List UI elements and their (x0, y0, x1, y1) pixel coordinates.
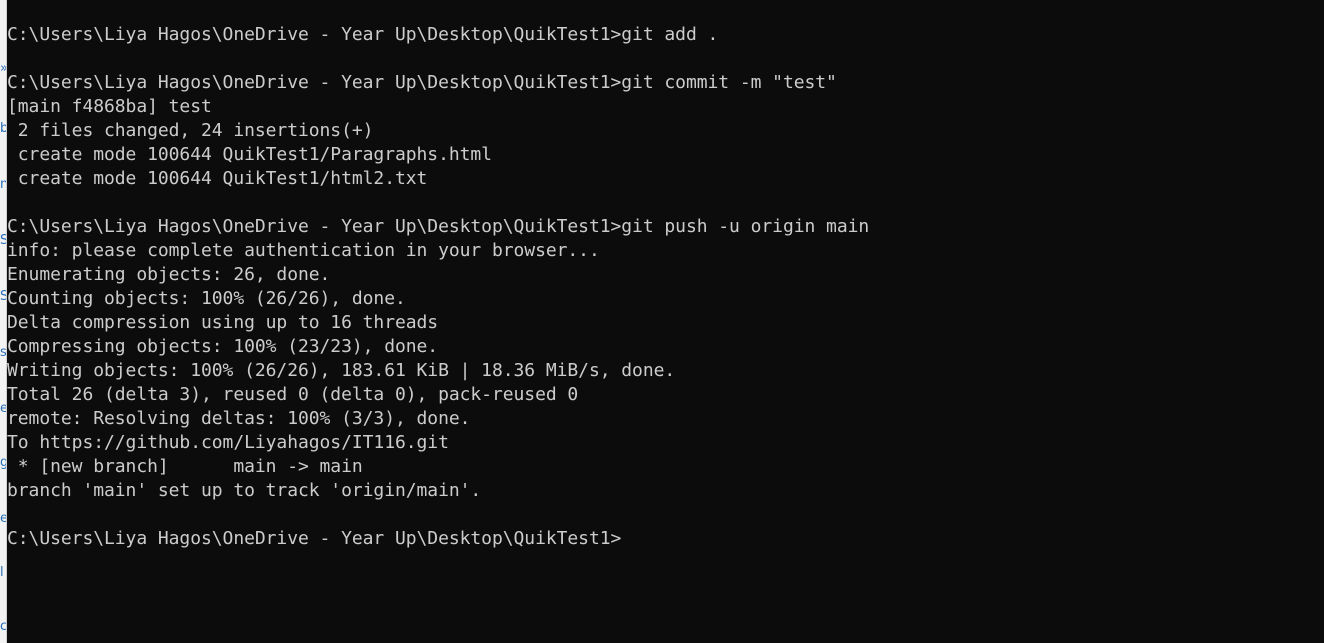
screen: » b n S S s e g e l c C:\Users\Liya Hago… (0, 0, 1324, 643)
output-line: Delta compression using up to 16 threads (7, 312, 439, 333)
terminal-output[interactable]: C:\Users\Liya Hagos\OneDrive - Year Up\D… (7, 23, 1324, 643)
output-line: info: please complete authentication in … (7, 240, 600, 261)
prompt-line: C:\Users\Liya Hagos\OneDrive - Year Up\D… (7, 216, 870, 237)
background-window-edge: » b n S S s e g e l c (0, 0, 7, 643)
output-line: create mode 100644 QuikTest1/html2.txt (7, 168, 428, 189)
prompt-line: C:\Users\Liya Hagos\OneDrive - Year Up\D… (7, 24, 719, 45)
output-line: 2 files changed, 24 insertions(+) (7, 120, 374, 141)
prompt-line: C:\Users\Liya Hagos\OneDrive - Year Up\D… (7, 72, 837, 93)
output-line: To https://github.com/Liyahagos/IT116.gi… (7, 432, 449, 453)
output-line: Total 26 (delta 3), reused 0 (delta 0), … (7, 384, 579, 405)
output-line: Writing objects: 100% (26/26), 183.61 Ki… (7, 360, 676, 381)
output-line: branch 'main' set up to track 'origin/ma… (7, 480, 482, 501)
output-line: remote: Resolving deltas: 100% (3/3), do… (7, 408, 471, 429)
output-line: create mode 100644 QuikTest1/Paragraphs.… (7, 144, 492, 165)
output-line: Counting objects: 100% (26/26), done. (7, 288, 406, 309)
output-line: Compressing objects: 100% (23/23), done. (7, 336, 439, 357)
output-line: * [new branch] main -> main (7, 456, 363, 477)
output-line: Enumerating objects: 26, done. (7, 264, 331, 285)
current-prompt[interactable]: C:\Users\Liya Hagos\OneDrive - Year Up\D… (7, 527, 1324, 551)
output-line: [main f4868ba] test (7, 96, 212, 117)
